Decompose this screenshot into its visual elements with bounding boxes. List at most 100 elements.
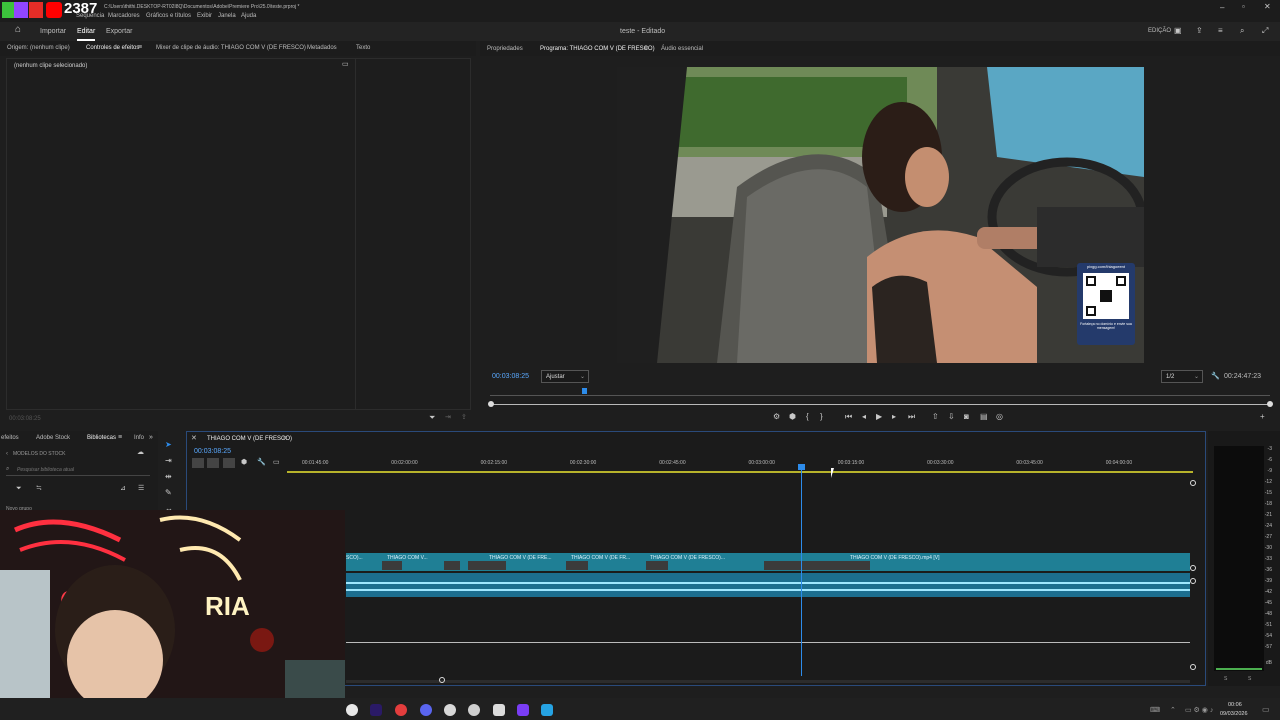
minimize-icon[interactable]: – <box>1220 4 1224 12</box>
selection-tool-icon[interactable]: ➤ <box>165 441 172 449</box>
video-track-clips[interactable] <box>346 553 1190 571</box>
play-icon[interactable]: ▶ <box>876 413 882 421</box>
step-forward-icon[interactable]: ▸ <box>892 413 896 421</box>
mark-in-icon[interactable]: { <box>806 413 809 421</box>
vscode-icon[interactable] <box>541 704 553 716</box>
program-scrub-bar[interactable] <box>490 404 1270 405</box>
chevron-left-icon[interactable]: ‹ <box>6 451 8 457</box>
scroll-handle-mid[interactable] <box>1190 565 1196 571</box>
tab-efeitos[interactable]: efeitos <box>1 435 19 441</box>
tray-icons[interactable]: ▭ ⚙ ◉ ♪ <box>1185 706 1213 714</box>
sort-icon[interactable]: ≒ <box>36 485 42 493</box>
tab-editar[interactable]: Editar <box>77 28 95 35</box>
snap-icon[interactable] <box>192 458 204 468</box>
menu-item-janela[interactable]: Janela <box>218 13 236 19</box>
add-marker-icon[interactable]: ⬢ <box>789 413 796 421</box>
step-back-icon[interactable]: ◂ <box>862 413 866 421</box>
tab-exportar[interactable]: Exportar <box>106 28 132 35</box>
tab-origem[interactable]: Origem: (nenhum clipe) <box>7 45 70 51</box>
tab-bibliotecas[interactable]: Bibliotecas <box>87 435 116 441</box>
chrome-icon[interactable] <box>346 704 358 716</box>
clock-time[interactable]: 00:06 <box>1228 702 1242 708</box>
scrub-end-handle[interactable] <box>1267 401 1273 407</box>
timeline-timecode[interactable]: 00:03:08:25 <box>194 448 231 455</box>
program-video-frame[interactable]: pixgg.com/thiagoeent Fortaleça no domíni… <box>617 67 1144 363</box>
workspace-label[interactable]: EDIÇÃO <box>1148 28 1171 34</box>
add-button-icon[interactable]: + <box>1260 413 1265 421</box>
vr-icon[interactable]: ◎ <box>996 413 1003 421</box>
close-sequence-icon[interactable]: ✕ <box>191 435 197 443</box>
settings-icon[interactable]: ⇪ <box>461 414 467 422</box>
comparison-icon[interactable]: ▤ <box>980 413 988 421</box>
program-timecode[interactable]: 00:03:08:25 <box>492 373 529 380</box>
tab-mixer[interactable]: Mixer de clipe de áudio: THIAGO COM V (D… <box>156 45 306 51</box>
mark-out-icon[interactable]: } <box>820 413 823 421</box>
tab-texto[interactable]: Texto <box>356 45 370 51</box>
show-hidden-icon[interactable]: ⌃ <box>1170 706 1176 714</box>
program-playhead[interactable] <box>581 388 587 394</box>
discord-icon[interactable] <box>420 704 432 716</box>
ripple-edit-icon[interactable]: ⇹ <box>165 473 172 481</box>
tab-metadados[interactable]: Metadados <box>307 45 337 51</box>
tab-propriedades[interactable]: Propriedades <box>487 46 523 52</box>
menu-icon[interactable]: ≡ <box>1218 27 1223 35</box>
sequence-name[interactable]: THIAGO COM V (DE FRESCO) <box>207 436 292 442</box>
menu-item-exibir[interactable]: Exibir <box>197 13 212 19</box>
audio-track-waveform[interactable] <box>346 573 1190 597</box>
export-frame-icon[interactable]: ⇥ <box>445 414 451 422</box>
resize-icon[interactable]: ⊿ <box>120 485 126 493</box>
library-search-input[interactable]: ⌕ Pesquisar biblioteca atual <box>6 465 150 476</box>
tab-programa[interactable]: Programa: THIAGO COM V (DE FRESCO) <box>540 46 655 52</box>
panel-icon[interactable]: ▣ <box>1174 27 1182 35</box>
scrollbar-handle[interactable] <box>439 677 445 683</box>
tab-menu-icon[interactable]: ≡ <box>138 44 142 52</box>
program-mini-ruler[interactable] <box>490 391 1270 397</box>
solo-left-button[interactable]: S <box>1224 676 1227 682</box>
solo-right-button[interactable]: S <box>1248 676 1251 682</box>
obs-icon[interactable] <box>468 704 480 716</box>
sequence-menu-icon[interactable]: ≡ <box>283 435 287 443</box>
list-view-icon[interactable]: ☰ <box>138 485 144 493</box>
share-icon[interactable]: ⇪ <box>1196 27 1203 35</box>
maximize-icon[interactable]: ▫ <box>1242 3 1245 11</box>
more-tabs-icon[interactable]: » <box>149 434 153 442</box>
resolution-dropdown[interactable]: 1/2 ⌄ <box>1161 370 1203 383</box>
scroll-handle-bottom[interactable] <box>1190 664 1196 670</box>
scrub-start-handle[interactable] <box>488 401 494 407</box>
filter-icon[interactable]: ⏷ <box>429 414 435 422</box>
menu-item-graficos[interactable]: Gráficos e títulos <box>146 13 191 19</box>
scroll-handle-top[interactable] <box>1190 480 1196 486</box>
timeline-playhead[interactable] <box>798 464 806 676</box>
work-area-bar[interactable] <box>287 471 1193 473</box>
wrench-icon[interactable]: 🔧 <box>1211 373 1220 381</box>
notification-icon[interactable]: ▭ <box>1262 705 1270 714</box>
search-icon[interactable]: ⌕ <box>1240 27 1244 35</box>
close-icon[interactable]: ✕ <box>1264 3 1271 11</box>
playhead-handle[interactable] <box>798 464 806 470</box>
menu-item-marcadores[interactable]: Marcadores <box>108 13 140 19</box>
scroll-handle-mid2[interactable] <box>1190 578 1196 584</box>
tab-audio-essencial[interactable]: Áudio essencial <box>661 46 703 52</box>
tab-info[interactable]: Info <box>134 435 144 441</box>
cloud-icon[interactable]: ☁ <box>137 449 144 457</box>
timeline-scrollbar[interactable] <box>346 680 1190 683</box>
library-menu-icon[interactable]: ≡ <box>118 434 122 442</box>
browser-icon[interactable] <box>444 704 456 716</box>
timeline-settings-icon[interactable]: 🔧 <box>257 459 266 467</box>
go-to-in-icon[interactable]: ⏮ <box>845 413 852 421</box>
tab-controles-efeitos[interactable]: Controles de efeitos <box>86 45 139 51</box>
track-select-icon[interactable]: ⇥ <box>165 457 172 465</box>
nest-icon[interactable] <box>223 458 235 468</box>
app-grid-icon[interactable] <box>517 704 529 716</box>
razor-tool-icon[interactable]: ✎ <box>165 489 172 497</box>
go-to-out-icon[interactable]: ⏭ <box>908 413 915 421</box>
keyboard-icon[interactable]: ⌨ <box>1150 706 1160 714</box>
linked-selection-icon[interactable] <box>207 458 219 468</box>
add-marker-icon[interactable]: ⬢ <box>241 459 247 467</box>
clock-date[interactable]: 09/03/2026 <box>1220 711 1248 717</box>
tab-adobe-stock[interactable]: Adobe Stock <box>36 435 70 441</box>
menu-item-ajuda[interactable]: Ajuda <box>241 13 256 19</box>
extract-icon[interactable]: ⇩ <box>948 413 955 421</box>
vivaldi-icon[interactable] <box>395 704 407 716</box>
notepad-icon[interactable] <box>493 704 505 716</box>
